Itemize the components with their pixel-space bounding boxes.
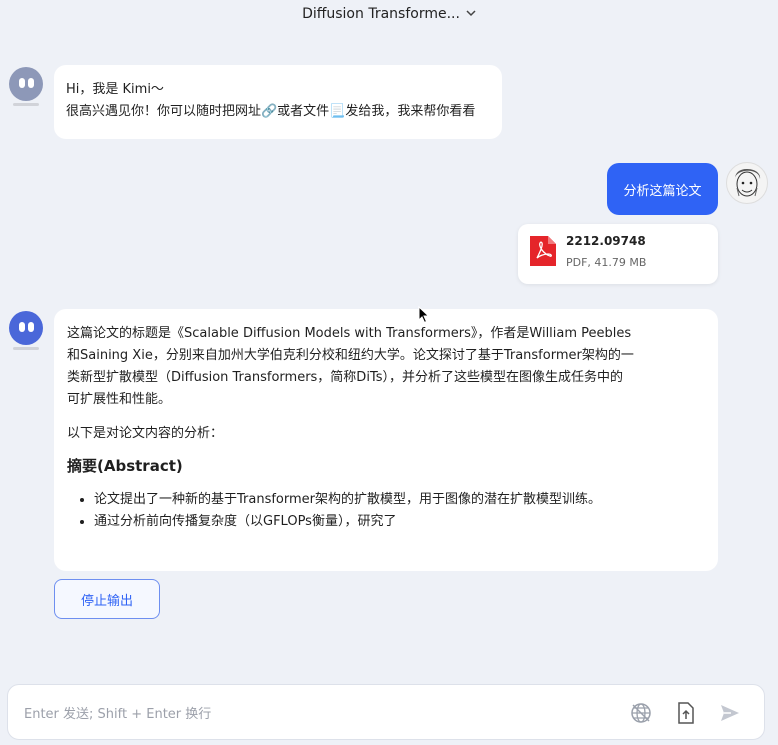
message-input[interactable] bbox=[22, 697, 606, 731]
user-message: 分析这篇论文 bbox=[607, 163, 718, 215]
file-attachment-card[interactable]: 2212.09748 PDF, 41.79 MB bbox=[518, 224, 718, 284]
web-search-icon[interactable] bbox=[629, 701, 653, 725]
conversation-title[interactable]: Diffusion Transforme... bbox=[0, 0, 778, 28]
mouse-cursor-icon bbox=[418, 305, 430, 324]
upload-file-icon[interactable] bbox=[674, 701, 698, 725]
answer-intro-line: 可扩展性和性能。 bbox=[67, 392, 172, 407]
kimi-avatar bbox=[9, 67, 43, 106]
answer-intro: 这篇论文的标题是《Scalable Diffusion Models with … bbox=[67, 323, 705, 411]
pdf-icon bbox=[530, 236, 556, 266]
user-message-text: 分析这篇论文 bbox=[623, 183, 702, 199]
answer-lead: 以下是对论文内容的分析： bbox=[67, 426, 224, 441]
list-item: 通过分析前向传播复杂度（以GFLOPs衡量），研究了 bbox=[94, 511, 705, 533]
chevron-down-icon bbox=[466, 9, 476, 20]
answer-message: 这篇论文的标题是《Scalable Diffusion Models with … bbox=[54, 309, 718, 571]
kimi-avatar bbox=[9, 311, 43, 350]
file-meta: PDF, 41.79 MB bbox=[566, 256, 647, 269]
greeting-message: Hi，我是 Kimi～ 很高兴遇见你！你可以随时把网址🔗或者文件📃发给我，我来帮… bbox=[54, 65, 502, 139]
conversation-title-text: Diffusion Transforme... bbox=[302, 6, 460, 22]
message-composer bbox=[7, 684, 765, 740]
list-item: 论文提出了一种新的基于Transformer架构的扩散模型，用于图像的潜在扩散模… bbox=[94, 489, 705, 511]
user-avatar[interactable] bbox=[726, 162, 768, 204]
file-name: 2212.09748 bbox=[566, 234, 646, 248]
send-icon[interactable] bbox=[718, 701, 742, 725]
answer-intro-line: 类新型扩散模型（Diffusion Transformers，简称DiTs），并… bbox=[67, 370, 623, 385]
greeting-line-2: 很高兴遇见你！你可以随时把网址🔗或者文件📃发给我，我来帮你看看 bbox=[66, 104, 476, 119]
stop-output-label: 停止输出 bbox=[80, 593, 133, 609]
answer-heading: 摘要(Abstract) bbox=[67, 457, 183, 475]
answer-intro-line: 这篇论文的标题是《Scalable Diffusion Models with … bbox=[67, 326, 632, 341]
answer-intro-line: 和Saining Xie，分别来自加州大学伯克利分校和纽约大学。论文探讨了基于T… bbox=[67, 348, 634, 363]
answer-bullet-list: 论文提出了一种新的基于Transformer架构的扩散模型，用于图像的潜在扩散模… bbox=[67, 489, 705, 533]
stop-output-button[interactable]: 停止输出 bbox=[54, 579, 160, 619]
greeting-line-1: Hi，我是 Kimi～ bbox=[66, 82, 164, 97]
